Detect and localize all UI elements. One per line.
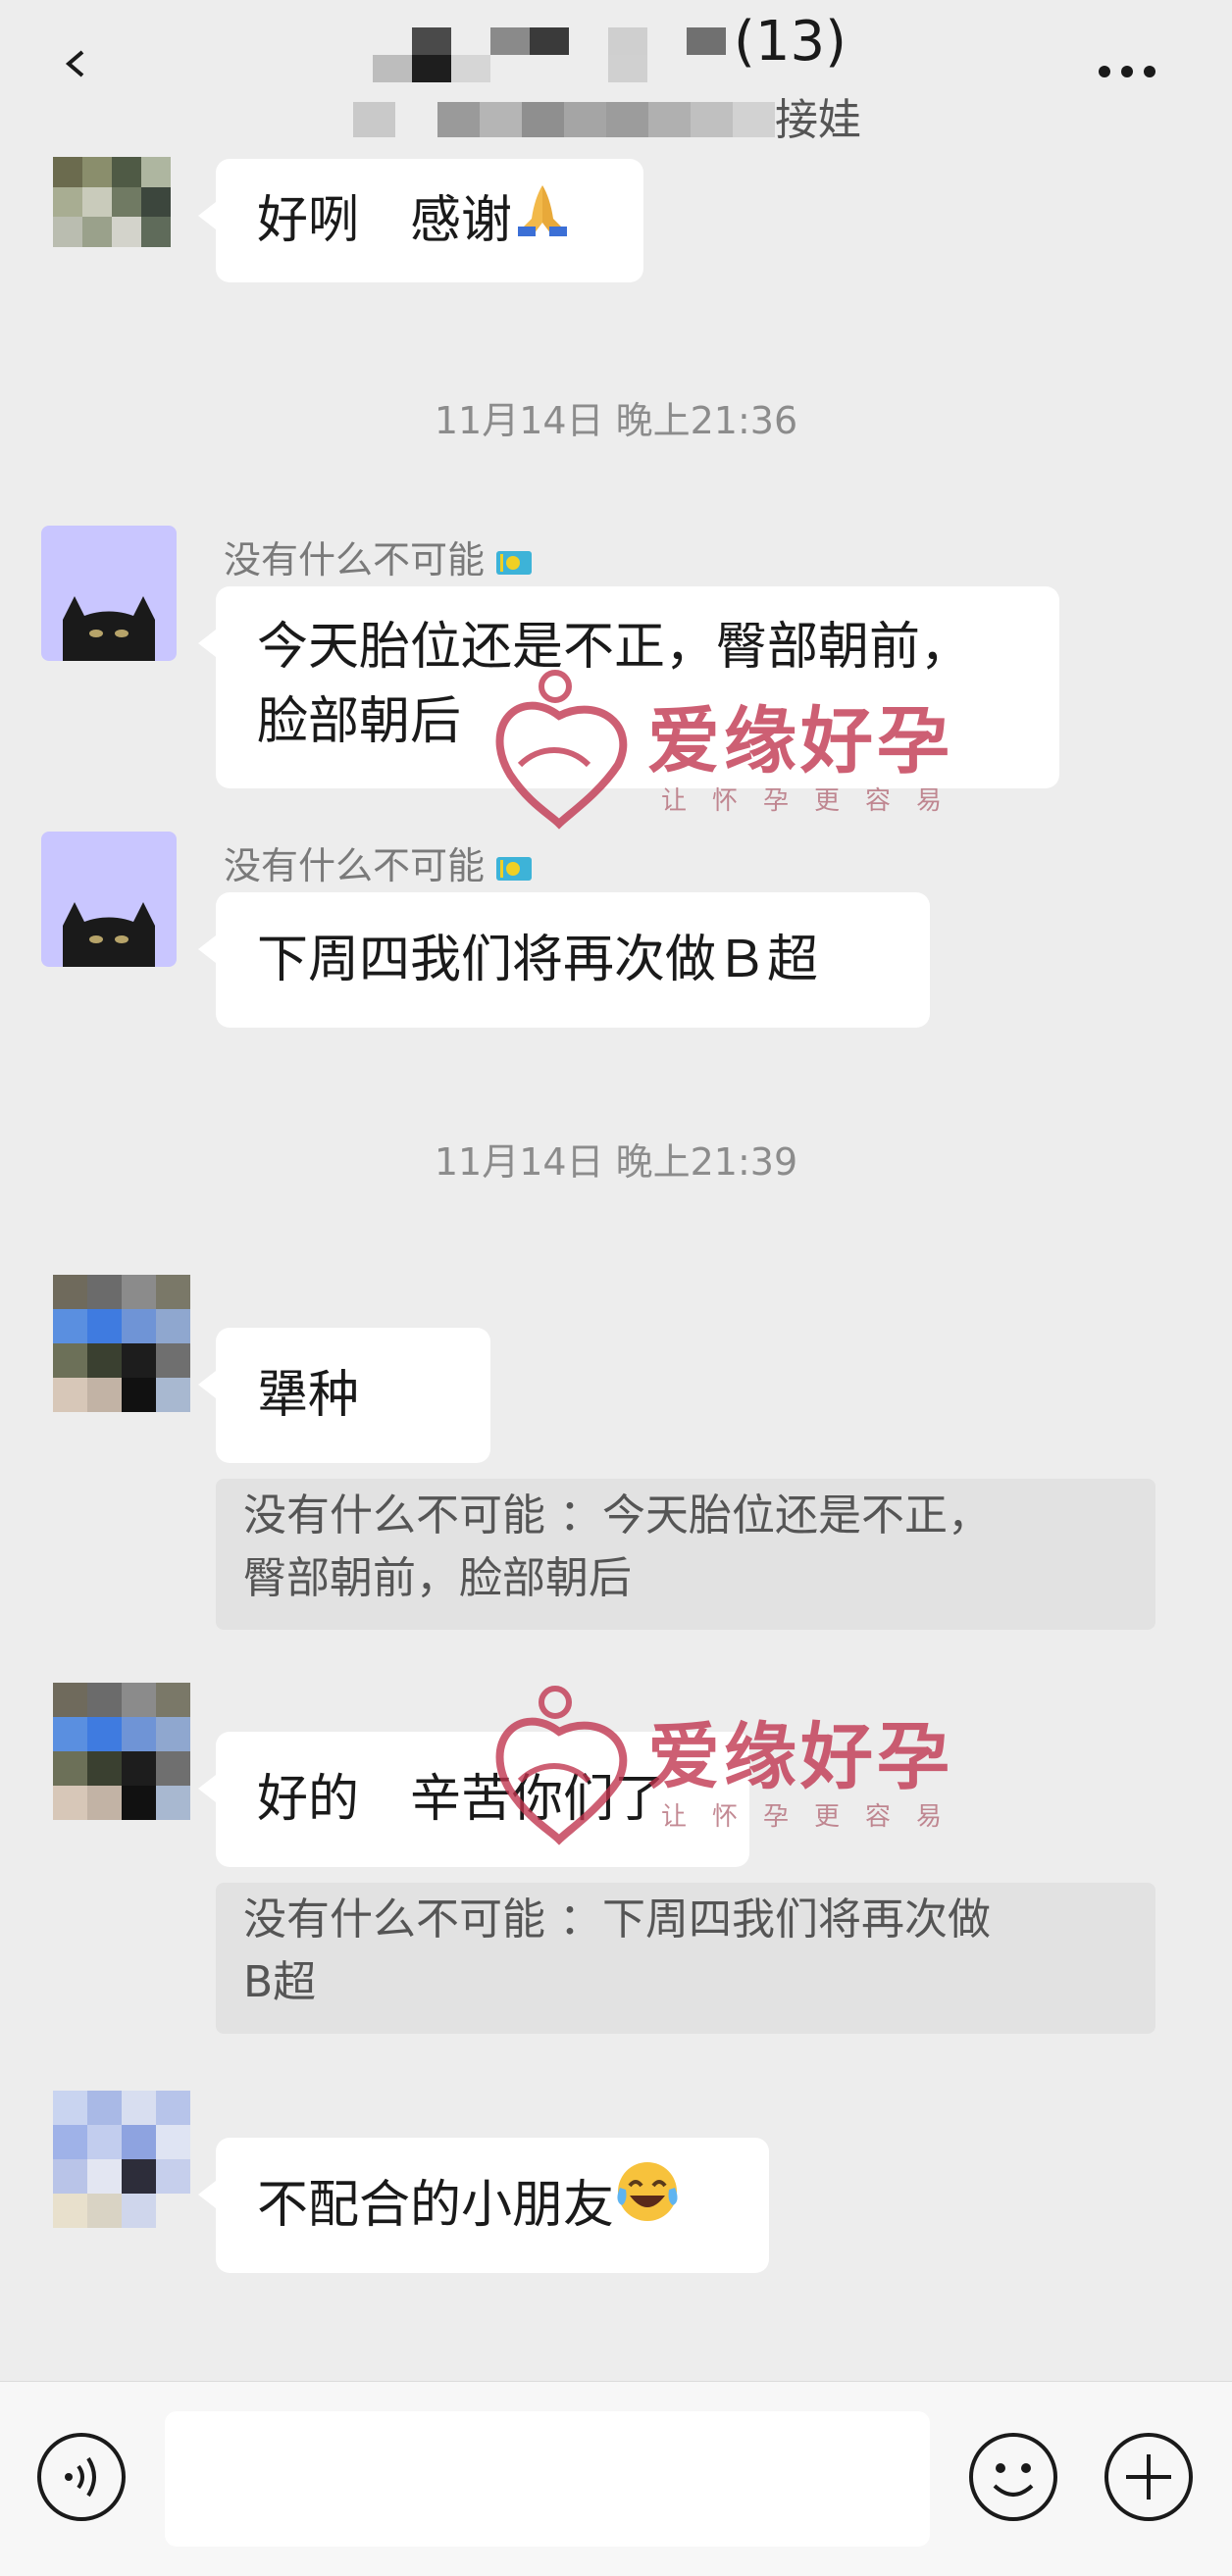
avatar[interactable] (53, 2091, 190, 2228)
watermark-subtitle: 让怀孕更容易 (661, 1802, 968, 1832)
message-bubble[interactable]: 下周四我们将再次做Ｂ超 (198, 892, 930, 1028)
chat-timestamp: 11月14日 晚上21:39 (434, 1140, 798, 1184)
quoted-message[interactable]: 没有什么不可能 ：今天胎位还是不正， 臀部朝前，脸部朝后 (216, 1479, 1155, 1630)
watermark-heart-logo-icon (495, 670, 628, 830)
quoted-text-line: 没有什么不可能 ：下周四我们将再次做 (243, 1894, 991, 1945)
quoted-text-line: 臀部朝前，脸部朝后 (243, 1553, 632, 1603)
message-text: 不配合的小朋友 (257, 2176, 615, 2235)
back-icon[interactable] (61, 49, 90, 78)
voice-icon[interactable] (35, 2431, 128, 2523)
message-input[interactable] (165, 2411, 930, 2547)
avatar[interactable] (53, 1275, 190, 1412)
chat-timestamp: 11月14日 晚上21:36 (434, 399, 798, 442)
kazakhstan-flag-icon (496, 856, 533, 881)
message-bubble[interactable]: 不配合的小朋友 (198, 2138, 769, 2276)
message-bubble[interactable]: 好咧 感谢 (198, 159, 643, 285)
watermark-title: 爱缘好孕 (647, 1715, 953, 1799)
emoji-icon[interactable] (967, 2431, 1059, 2523)
quoted-text-line: B超 (243, 1957, 317, 2007)
avatar[interactable] (41, 526, 177, 661)
plus-icon[interactable] (1103, 2431, 1195, 2523)
watermark-subtitle: 让怀孕更容易 (661, 786, 968, 816)
watermark-heart-logo-icon (495, 1686, 628, 1845)
avatar[interactable] (53, 1683, 190, 1820)
chat-input-bar (0, 2381, 1232, 2576)
kazakhstan-flag-icon (496, 550, 533, 575)
cat-avatar-icon (63, 596, 155, 661)
message-text: 下周四我们将再次做Ｂ超 (257, 931, 819, 989)
group-member-count: (13) (734, 10, 847, 74)
tears-of-joy-emoji-icon (614, 2141, 681, 2276)
sender-name: 没有什么不可能 (224, 530, 533, 583)
folded-hands-emoji-icon (512, 162, 573, 285)
more-icon[interactable] (1099, 63, 1167, 82)
quoted-message[interactable]: 没有什么不可能 ：下周四我们将再次做 B超 (216, 1883, 1155, 2034)
blurred-group-subtitle (353, 102, 775, 137)
quoted-text-line: 没有什么不可能 ：今天胎位还是不正， (243, 1490, 991, 1541)
avatar[interactable] (41, 832, 177, 967)
chat-header: (13) 接娃 (0, 0, 1232, 157)
watermark: 爱缘好孕 让怀孕更容易 (481, 667, 1030, 833)
blurred-group-name (373, 27, 726, 82)
message-text: 犟种 (257, 1366, 360, 1425)
watermark-title: 爱缘好孕 (647, 699, 953, 783)
sender-name: 没有什么不可能 (224, 835, 533, 889)
avatar[interactable] (53, 157, 171, 247)
message-text: 好咧 感谢 (257, 191, 513, 250)
message-bubble[interactable]: 犟种 (198, 1328, 490, 1463)
watermark: 爱缘好孕 让怀孕更容易 (481, 1683, 1030, 1849)
group-subtitle-tail: 接娃 (775, 95, 861, 145)
cat-avatar-icon (63, 902, 155, 967)
